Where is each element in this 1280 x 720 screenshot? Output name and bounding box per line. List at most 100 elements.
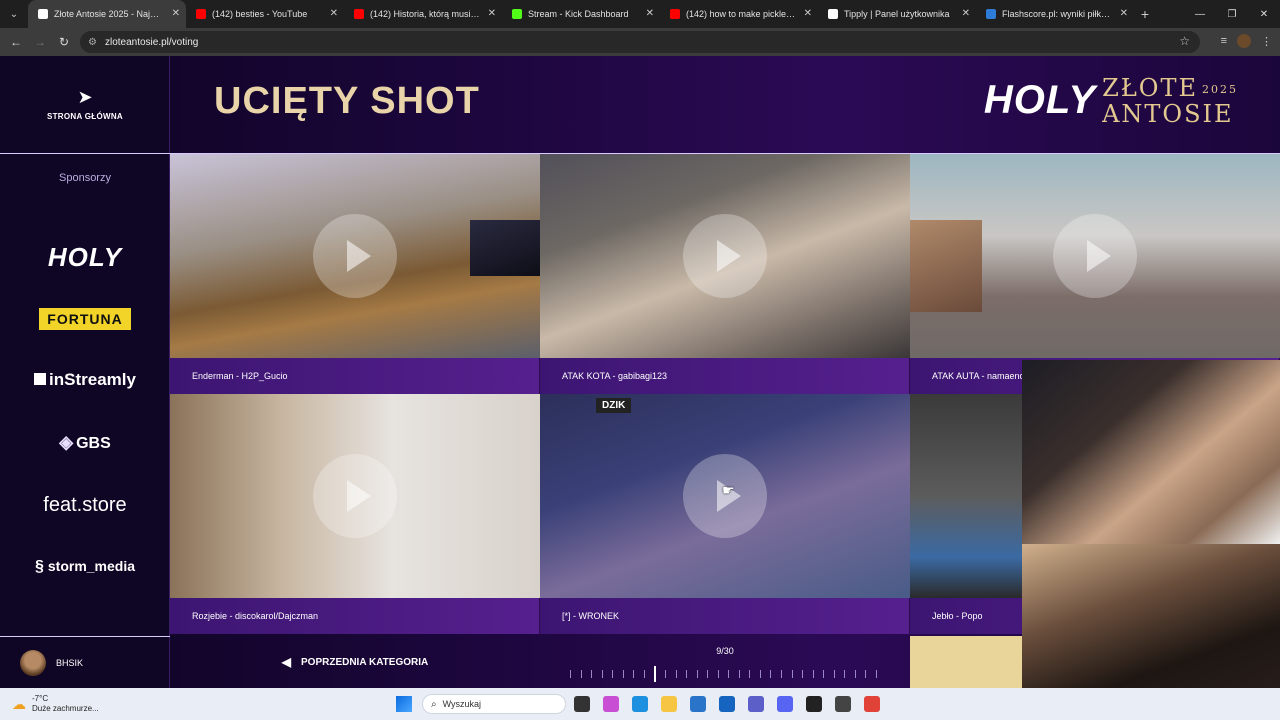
tab-search-icon[interactable]: ⌄ <box>0 0 28 28</box>
progress-tick[interactable] <box>876 670 877 678</box>
play-icon[interactable] <box>313 214 397 298</box>
clip-thumbnail[interactable] <box>170 154 540 358</box>
edge-icon[interactable] <box>632 696 648 712</box>
close-tab-icon[interactable]: ✕ <box>646 8 654 19</box>
close-tab-icon[interactable]: ✕ <box>1120 8 1128 19</box>
progress-tick[interactable] <box>749 670 751 678</box>
streamer-cam <box>910 220 982 312</box>
close-tab-icon[interactable]: ✕ <box>962 8 970 19</box>
next-category-area[interactable] <box>910 636 1022 688</box>
clip-card[interactable]: ATAK AUTA - namaenon <box>910 154 1280 394</box>
play-icon[interactable] <box>1053 214 1137 298</box>
close-window-icon[interactable]: ✕ <box>1248 9 1280 20</box>
play-icon[interactable] <box>313 454 397 538</box>
back-icon[interactable]: ← <box>4 35 28 49</box>
app-icon[interactable] <box>806 696 822 712</box>
browser-tab[interactable]: Stream - Kick Dashboard ✕ <box>502 0 660 28</box>
progress-tick[interactable] <box>770 670 772 678</box>
progress-tick[interactable] <box>717 670 719 678</box>
site-info-icon[interactable]: ⚙ <box>88 37 97 48</box>
progress-tick[interactable] <box>791 670 793 678</box>
forward-icon[interactable]: → <box>28 35 52 49</box>
progress-tick[interactable] <box>802 670 804 678</box>
sponsor-instreamly-logo[interactable]: inStreamly <box>0 370 170 390</box>
clip-thumbnail[interactable] <box>910 154 1280 358</box>
progress-tick[interactable] <box>781 670 783 678</box>
bookmark-star-icon[interactable]: ☆ <box>1179 34 1190 48</box>
new-tab-icon[interactable]: + <box>1134 6 1156 22</box>
restore-icon[interactable]: ❐ <box>1216 9 1248 20</box>
progress-tick[interactable] <box>570 670 571 678</box>
progress-tick[interactable] <box>591 670 593 678</box>
progress-tick[interactable] <box>601 670 603 678</box>
flashscore-favicon-icon <box>986 9 996 19</box>
windows-start-icon[interactable] <box>396 696 412 712</box>
streamer-cam <box>470 220 540 276</box>
clip-thumbnail[interactable] <box>170 394 540 598</box>
progress-tick[interactable] <box>686 670 688 678</box>
user-profile[interactable]: BHSIK <box>0 636 170 688</box>
play-icon[interactable] <box>683 214 767 298</box>
progress-tick[interactable] <box>833 670 835 678</box>
progress-tick[interactable] <box>622 670 624 678</box>
url-field[interactable]: ⚙ zloteantosie.pl/voting ☆ <box>80 31 1200 53</box>
progress-tick[interactable] <box>823 670 825 678</box>
progress-tick[interactable] <box>633 670 635 678</box>
progress-tick[interactable] <box>865 670 867 678</box>
close-tab-icon[interactable]: ✕ <box>172 8 180 19</box>
sponsor-storm-logo[interactable]: § storm_media <box>0 558 170 576</box>
store-icon[interactable] <box>690 696 706 712</box>
previous-category-button[interactable]: ◀ POPRZEDNIA KATEGORIA <box>170 636 540 688</box>
sponsor-fortuna-logo[interactable]: FORTUNA <box>0 308 170 330</box>
progress-tick[interactable] <box>664 670 666 678</box>
clip-card[interactable]: Enderman - H2P_Gucio <box>170 154 540 394</box>
copilot-icon[interactable] <box>603 696 619 712</box>
weather-widget[interactable]: ☁ -7°C Duże zachmurze... <box>12 694 99 714</box>
clip-thumbnail[interactable] <box>540 154 910 358</box>
clip-card[interactable]: Rozjebie - discokarol/Dajczman <box>170 394 540 634</box>
progress-tick[interactable] <box>759 670 761 678</box>
reload-icon[interactable]: ↻ <box>52 35 76 49</box>
chrome-icon[interactable] <box>864 696 880 712</box>
media-control-icon[interactable]: ≡ <box>1221 35 1227 47</box>
browser-tab[interactable]: (142) Historia, którą musisz zna ✕ <box>344 0 502 28</box>
minimize-icon[interactable]: — <box>1184 9 1216 20</box>
progress-tick[interactable] <box>707 670 709 678</box>
progress-tick[interactable] <box>643 670 645 678</box>
clip-caption: Rozjebie - discokarol/Dajczman <box>170 598 540 634</box>
gbs-mark-icon: ◈ <box>59 432 74 452</box>
browser-tab[interactable]: (142) besties - YouTube ✕ <box>186 0 344 28</box>
progress-tick[interactable] <box>696 670 698 678</box>
sponsor-featstore-logo[interactable]: feat.store <box>0 494 170 517</box>
progress-tick[interactable] <box>812 670 814 678</box>
progress-tick[interactable] <box>854 670 856 678</box>
kebab-menu-icon[interactable]: ⋮ <box>1261 35 1272 48</box>
progress-tick[interactable] <box>675 670 677 678</box>
browser-tab[interactable]: Flashscore.pl: wyniki piłki nożn ✕ <box>976 0 1134 28</box>
progress-tick-current[interactable] <box>654 666 657 682</box>
sponsor-gbs-logo[interactable]: ◈ GBS <box>0 432 170 453</box>
clip-card[interactable]: ATAK KOTA - gabibagi123 <box>540 154 910 394</box>
browser-tab[interactable]: Złote Antosie 2025 - Największ ✕ <box>28 0 186 28</box>
home-link[interactable]: ➤ STRONA GŁÓWNA <box>0 56 170 154</box>
taskbar-search[interactable]: ⌕ Wyszukaj <box>422 694 566 714</box>
task-view-icon[interactable] <box>574 696 590 712</box>
browser-tab[interactable]: Tipply | Panel użytkownika ✕ <box>818 0 976 28</box>
close-tab-icon[interactable]: ✕ <box>488 8 496 19</box>
progress-tick[interactable] <box>612 670 614 678</box>
browser-tab[interactable]: (142) how to make pickle peps ✕ <box>660 0 818 28</box>
obs-icon[interactable] <box>835 696 851 712</box>
progress-tick[interactable] <box>844 670 846 678</box>
close-tab-icon[interactable]: ✕ <box>804 8 812 19</box>
outlook-icon[interactable] <box>719 696 735 712</box>
clip-card[interactable]: DZIK [*] - WRONEK <box>540 394 910 634</box>
progress-tick[interactable] <box>580 670 582 678</box>
file-explorer-icon[interactable] <box>661 696 677 712</box>
discord-icon[interactable] <box>777 696 793 712</box>
close-tab-icon[interactable]: ✕ <box>330 8 338 19</box>
progress-tick[interactable] <box>728 670 730 678</box>
teams-icon[interactable] <box>748 696 764 712</box>
progress-tick[interactable] <box>738 670 740 678</box>
sponsor-holy-logo[interactable]: HOLY <box>0 242 170 273</box>
profile-avatar[interactable] <box>1237 34 1251 48</box>
